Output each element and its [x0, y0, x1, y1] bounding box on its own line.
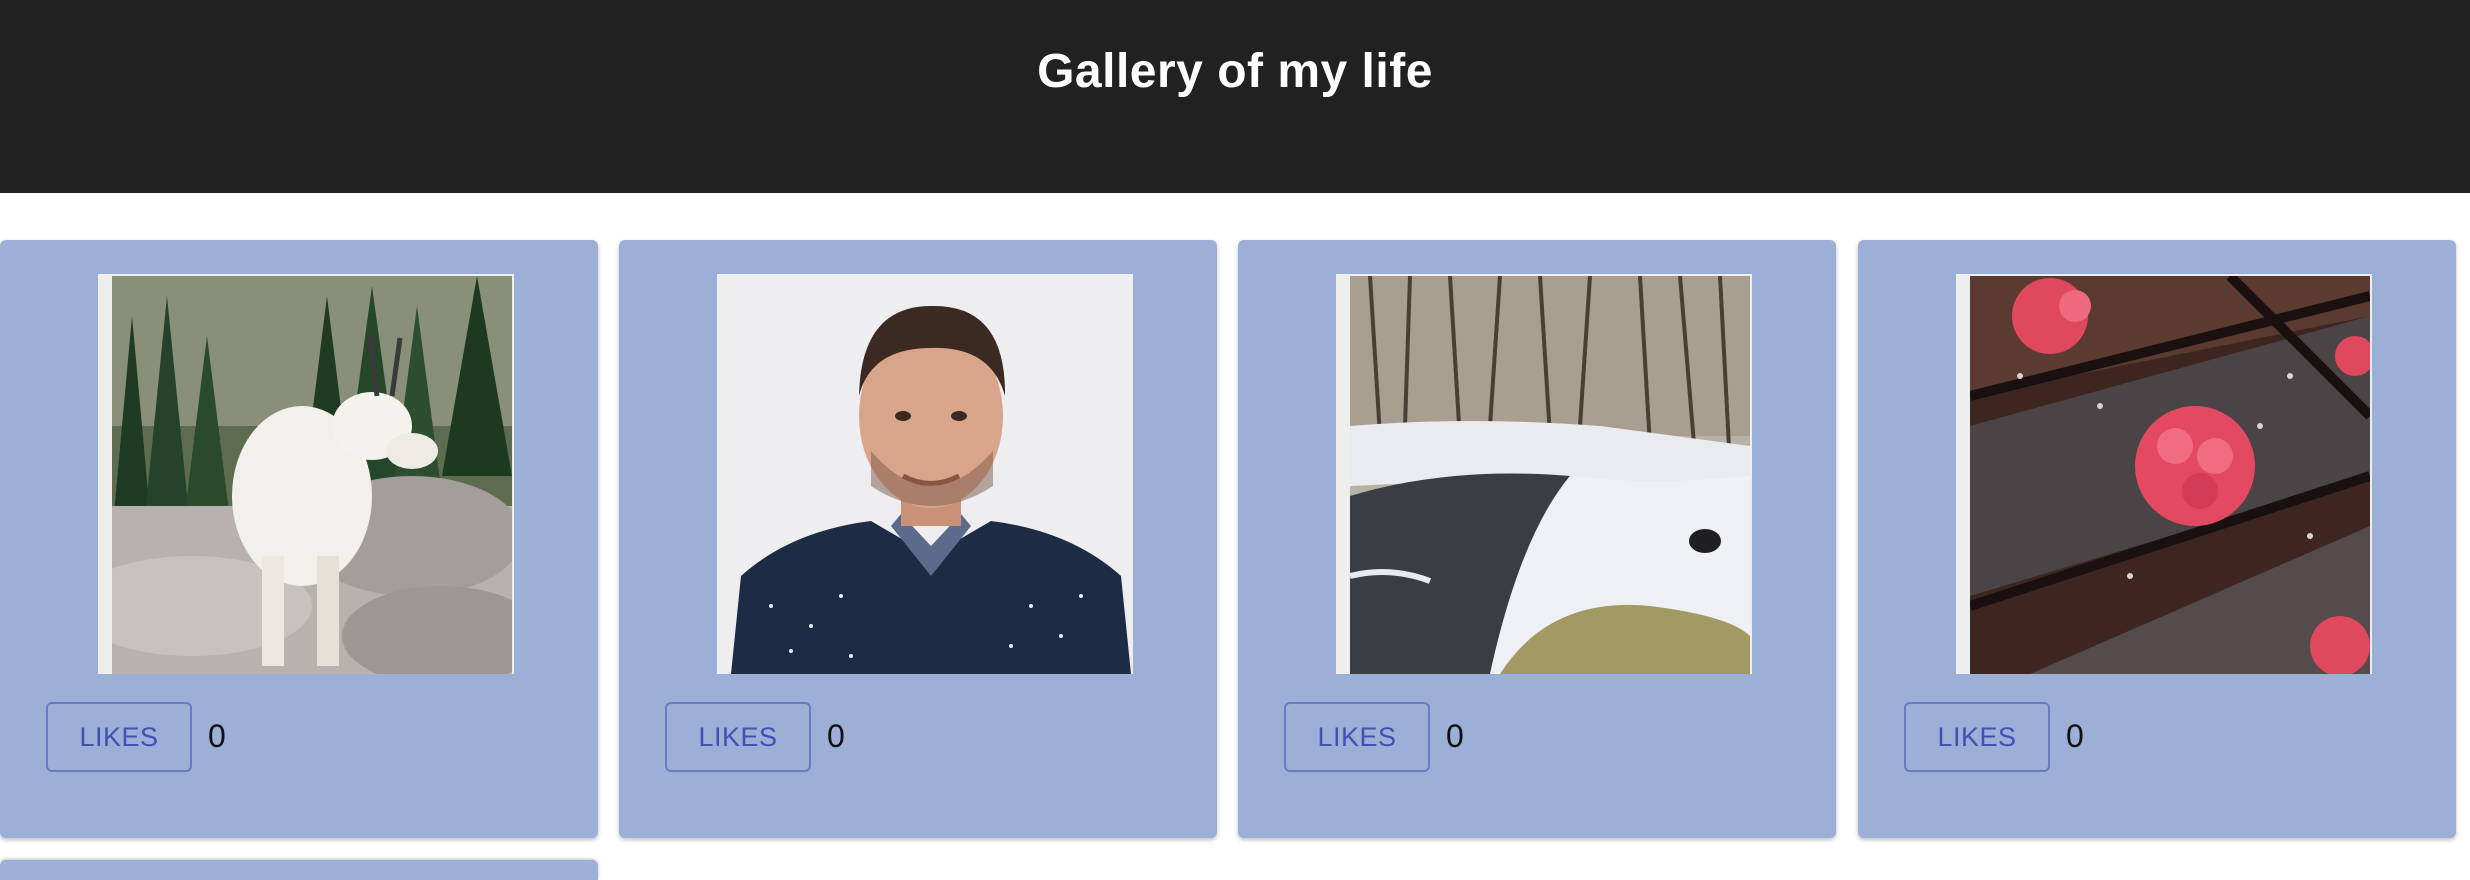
likes-button[interactable]: LIKES: [1284, 702, 1430, 772]
likes-button[interactable]: LIKES: [1904, 702, 2050, 772]
gallery-card: LIKES 0: [1858, 240, 2456, 838]
gallery-grid: LIKES 0 LIKES 0 LIKES 0 LIKES 0: [0, 240, 2470, 840]
photo-frame: [717, 274, 1133, 674]
likes-count: 0: [208, 718, 226, 754]
page-header: Gallery of my life: [0, 0, 2470, 193]
likes-count: 0: [827, 718, 845, 754]
gallery-card-next-row: [0, 860, 598, 880]
photo-frame: [98, 274, 514, 674]
likes-count: 0: [2066, 718, 2084, 754]
likes-count: 0: [1446, 718, 1464, 754]
snowy-creek-photo[interactable]: [1350, 276, 1750, 674]
photo-frame: [1956, 274, 2372, 674]
gallery-card: LIKES 0: [0, 240, 598, 838]
page-title: Gallery of my life: [1037, 45, 1433, 98]
raspberry-chocolate-photo[interactable]: [1970, 276, 2370, 674]
man-portrait-photo[interactable]: [731, 276, 1131, 674]
gallery-card: LIKES 0: [619, 240, 1217, 838]
photo-frame: [1336, 274, 1752, 674]
mountain-goat-photo[interactable]: [112, 276, 512, 674]
likes-button[interactable]: LIKES: [46, 702, 192, 772]
gallery-card: LIKES 0: [1238, 240, 1836, 838]
likes-button[interactable]: LIKES: [665, 702, 811, 772]
